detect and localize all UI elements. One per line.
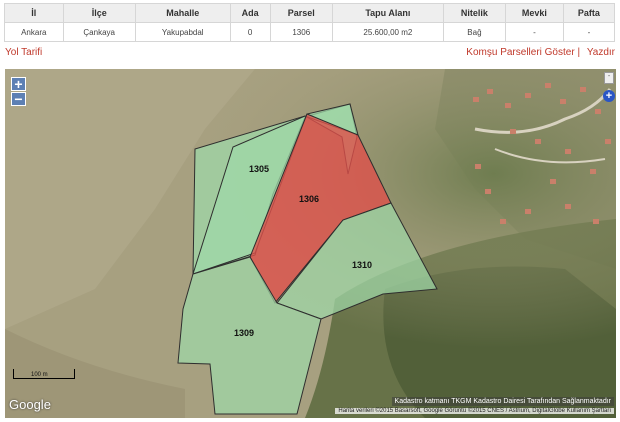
- parcel-1309-label: 1309: [234, 328, 255, 338]
- cell-ilce: Çankaya: [62, 22, 136, 42]
- scale-label: 100 m: [31, 372, 48, 378]
- table-row: Ankara Çankaya Yakupabdal 0 1306 25.600,…: [4, 22, 616, 42]
- cell-mahalle: Yakupabdal: [134, 22, 231, 42]
- header-mevki: Mevki: [505, 3, 564, 23]
- parcel-1310-label: 1310: [352, 260, 373, 270]
- header-il: İl: [4, 3, 64, 23]
- header-tapu-alani: Tapu Alanı: [331, 3, 444, 23]
- imagery-credit[interactable]: Harita verileri ©2015 Basarsoft, Google …: [335, 408, 614, 414]
- kadastro-credit: Kadastro katmanı TKGM Kadastro Dairesi T…: [391, 397, 614, 406]
- zoom-in-button[interactable]: +: [11, 77, 26, 91]
- cell-il: Ankara: [4, 22, 64, 42]
- parcel-1306-label: 1306: [299, 194, 320, 204]
- header-ada: Ada: [229, 3, 271, 23]
- cell-parsel: 1306: [269, 22, 333, 42]
- cell-pafta: -: [562, 22, 616, 42]
- zoom-out-button[interactable]: −: [11, 92, 26, 106]
- satellite-imagery: [5, 69, 616, 418]
- directions-link-wrap: Yol Tarifi: [5, 47, 42, 58]
- print-link[interactable]: Yazdır: [587, 47, 615, 58]
- table-header-row: İl İlçe Mahalle Ada Parsel Tapu Alanı Ni…: [4, 3, 616, 23]
- header-nitelik: Nitelik: [442, 3, 507, 23]
- map-view[interactable]: + − 1305 1306 1310 1309 100 m Google Kad…: [5, 69, 616, 418]
- parcel-info-table: İl İlçe Mahalle Ada Parsel Tapu Alanı Ni…: [4, 3, 616, 42]
- google-logo: Google: [9, 397, 51, 412]
- header-parsel: Parsel: [269, 3, 333, 23]
- header-pafta: Pafta: [562, 3, 616, 23]
- cell-tapu-alani: 25.600,00 m2: [331, 22, 444, 42]
- header-mahalle: Mahalle: [134, 3, 231, 23]
- parcel-1305-label: 1305: [249, 164, 270, 174]
- cell-mevki: -: [505, 22, 564, 42]
- directions-link[interactable]: Yol Tarifi: [5, 47, 42, 58]
- layer-plus-icon[interactable]: +: [603, 90, 615, 102]
- cell-ada: 0: [229, 22, 271, 42]
- collapse-control-icon[interactable]: -: [604, 72, 614, 84]
- header-ilce: İlçe: [62, 3, 136, 23]
- cell-nitelik: Bağ: [442, 22, 507, 42]
- map-actions: Komşu Parselleri Göster | Yazdır: [466, 47, 615, 58]
- show-neighbors-link[interactable]: Komşu Parselleri Göster |: [466, 47, 580, 58]
